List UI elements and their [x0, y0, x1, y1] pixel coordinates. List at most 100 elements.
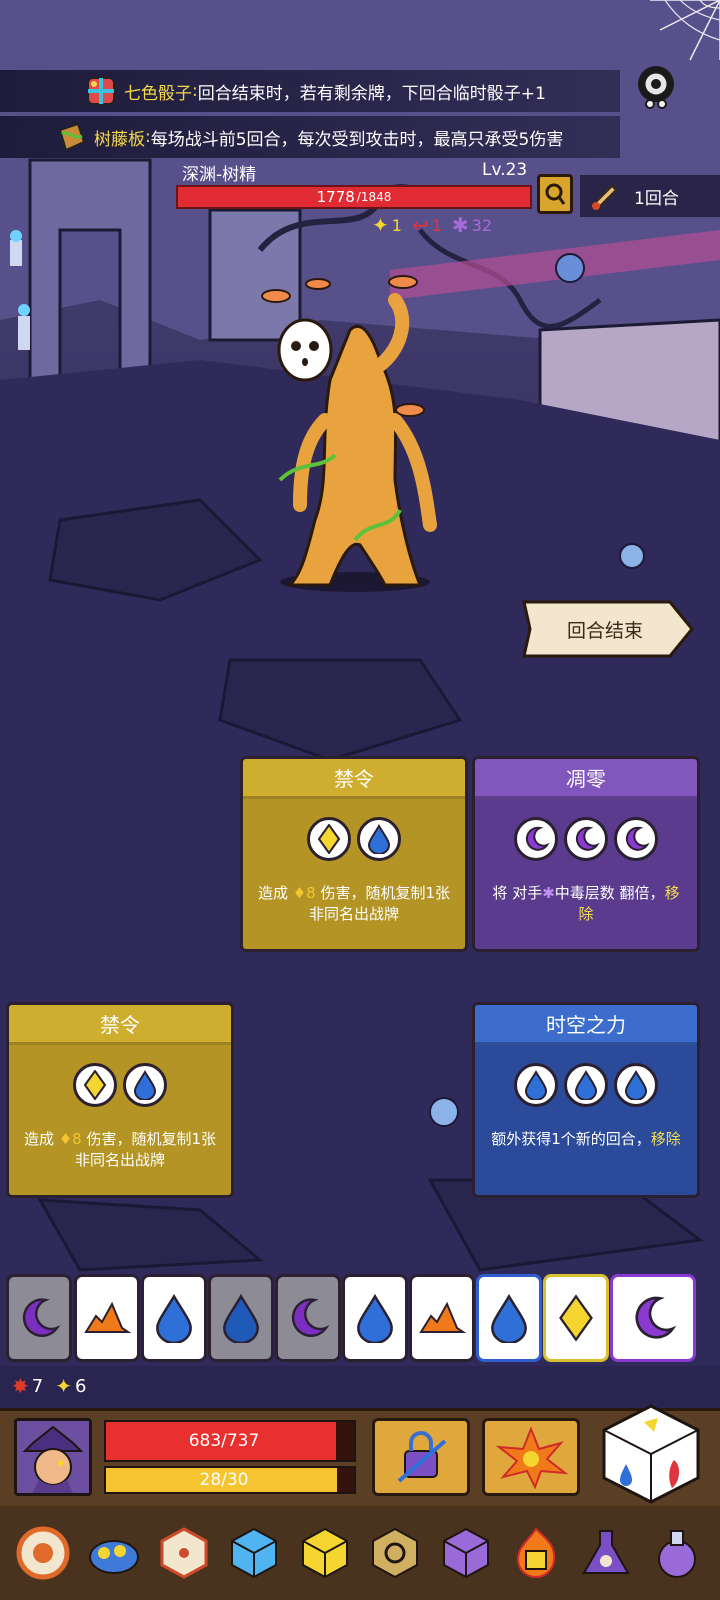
desc-b: 中毒层数 翻倍，: [554, 884, 665, 902]
card-title: 禁令: [243, 759, 465, 799]
star-icon: ✦: [55, 1374, 72, 1398]
ice-dice-icon[interactable]: [226, 1525, 282, 1581]
card-title: 时空之力: [475, 1005, 697, 1045]
desc-a: 额外获得1个新的回合，: [491, 1130, 651, 1148]
roll-dice-button[interactable]: [598, 1402, 704, 1506]
card-ban-1[interactable]: 禁令 造成 ♦8 伤害，随机复制1张非同名出战牌: [240, 756, 468, 952]
drop-slot-icon[interactable]: [614, 1063, 658, 1107]
game-screen: 七色骰子 : 回合结束时，若有剩余牌，下回合临时骰子+1 树藤板 : 每场战斗前…: [0, 0, 720, 1600]
relic-desc: 每场战斗前5回合，每次受到攻击时，最高只承受5伤害: [150, 129, 564, 150]
skill-lock-button[interactable]: [372, 1418, 470, 1496]
flame-dice-icon[interactable]: [508, 1525, 564, 1581]
player-hp-bar: 683/737: [104, 1420, 356, 1462]
end-turn-label: 回合结束: [566, 619, 643, 642]
card-spacetime-power[interactable]: 时空之力 额外获得1个新的回合，移除: [472, 1002, 700, 1198]
card-description: 将 对手✱中毒层数 翻倍，移除: [475, 883, 697, 925]
desc-b: 伤害，随机复制1张非同名出战牌: [308, 884, 451, 923]
eye-flask-icon[interactable]: [578, 1525, 634, 1581]
wizard-portrait-icon: [17, 1421, 89, 1493]
diamond-slot-icon[interactable]: [307, 817, 351, 861]
desc-a: 造成: [257, 884, 293, 902]
card-ban-2[interactable]: 禁令 造成 ♦8 伤害，随机复制1张非同名出战牌: [6, 1002, 234, 1198]
counter-value: 6: [74, 1375, 87, 1397]
rainbow-dice-icon: [87, 77, 115, 105]
explosion-icon: [495, 1426, 569, 1490]
card-slots: [9, 1063, 231, 1107]
star-counter: ✦ 6: [55, 1374, 86, 1398]
card-title: 禁令: [9, 1005, 231, 1045]
hook-icon: ↩: [411, 213, 429, 237]
inventory-bar: [0, 1506, 720, 1600]
desc-a: 将 对手: [492, 884, 543, 902]
drop-die-icon[interactable]: [476, 1274, 542, 1362]
status-value: 32: [471, 215, 493, 235]
vine-shield-icon: [58, 122, 86, 152]
poison-icon: ✱: [451, 213, 469, 237]
player-counters: ✸ 7 ✦ 6: [12, 1374, 86, 1398]
rune-dice-icon[interactable]: [367, 1525, 423, 1581]
damage-value: ♦8: [58, 1130, 82, 1148]
counter-value: 7: [31, 1375, 44, 1397]
drop-die-icon[interactable]: [208, 1274, 274, 1362]
moon-slot-icon[interactable]: [614, 817, 658, 861]
drop-slot-icon[interactable]: [564, 1063, 608, 1107]
scroll-icon: [592, 184, 618, 210]
gold-dice-icon[interactable]: [297, 1525, 353, 1581]
poison-icon: ✱: [542, 884, 555, 902]
target-dice-icon[interactable]: [15, 1525, 71, 1581]
diamond-slot-icon[interactable]: [73, 1063, 117, 1107]
drop-slot-icon[interactable]: [514, 1063, 558, 1107]
status-value: 1: [431, 215, 442, 235]
desc-b: 伤害，随机复制1张非同名出战牌: [74, 1130, 217, 1169]
moon-die-icon[interactable]: [6, 1274, 72, 1362]
player-avatar[interactable]: [14, 1418, 92, 1496]
status-value: 1: [391, 215, 402, 235]
turtle-shell-icon[interactable]: [86, 1525, 142, 1581]
status-star: ✦ 1: [372, 213, 402, 237]
round-counter: 1回合: [580, 175, 720, 217]
moon-slot-icon[interactable]: [514, 817, 558, 861]
relic-vine-shield[interactable]: 树藤板 : 每场战斗前5回合，每次受到攻击时，最高只承受5伤害: [0, 116, 620, 158]
skill-explosion-button[interactable]: [482, 1418, 580, 1496]
enemy-name: 深渊-树精: [182, 165, 257, 185]
enemy-level: Lv.23: [482, 160, 528, 180]
drop-slot-icon[interactable]: [123, 1063, 167, 1107]
round-label: 1回合: [634, 188, 679, 209]
player-energy-bar: 28/30: [104, 1466, 356, 1494]
moon-slot-icon[interactable]: [564, 817, 608, 861]
potion-flask-icon[interactable]: [649, 1525, 705, 1581]
spiked-dice-icon[interactable]: [156, 1525, 212, 1581]
burst-counter: ✸ 7: [12, 1374, 43, 1398]
enemy-hp-current: 1778: [316, 188, 355, 206]
dice-tray: [6, 1274, 700, 1364]
drop-die-icon[interactable]: [342, 1274, 408, 1362]
burst-icon: ✸: [12, 1374, 29, 1398]
moon-die-icon[interactable]: [610, 1274, 696, 1362]
purple-dice-icon[interactable]: [438, 1525, 494, 1581]
desc-a: 造成: [23, 1130, 59, 1148]
energy-label: 28/30: [199, 1470, 249, 1490]
remove-keyword: 移除: [650, 1130, 681, 1148]
card-wither[interactable]: 凋零 将 对手✱中毒层数 翻倍，移除: [472, 756, 700, 952]
settings-gear-icon[interactable]: [630, 60, 682, 112]
card-slots: [475, 817, 697, 861]
drop-slot-icon[interactable]: [357, 817, 401, 861]
fire-die-icon[interactable]: [409, 1274, 475, 1362]
card-description: 造成 ♦8 伤害，随机复制1张非同名出战牌: [9, 1129, 231, 1171]
fire-die-icon[interactable]: [74, 1274, 140, 1362]
enemy-statuses: ✦ 1 ↩ 1 ✱ 32: [372, 213, 492, 237]
enemy-info-button[interactable]: [537, 174, 573, 214]
star-icon: ✦: [372, 213, 389, 237]
damage-value: ♦8: [292, 884, 316, 902]
card-title: 凋零: [475, 759, 697, 799]
lock-staff-icon: [397, 1431, 447, 1483]
relic-desc: 回合结束时，若有剩余牌，下回合临时骰子+1: [197, 83, 546, 104]
drop-die-icon[interactable]: [141, 1274, 207, 1362]
relic-rainbow-dice[interactable]: 七色骰子 : 回合结束时，若有剩余牌，下回合临时骰子+1: [0, 70, 620, 112]
end-turn-button[interactable]: 回合结束: [520, 598, 694, 660]
diamond-die-icon[interactable]: [543, 1274, 609, 1362]
enemy-hp-max: /1848: [356, 190, 392, 204]
card-description: 造成 ♦8 伤害，随机复制1张非同名出战牌: [243, 883, 465, 925]
moon-die-icon[interactable]: [275, 1274, 341, 1362]
card-slots: [475, 1063, 697, 1107]
